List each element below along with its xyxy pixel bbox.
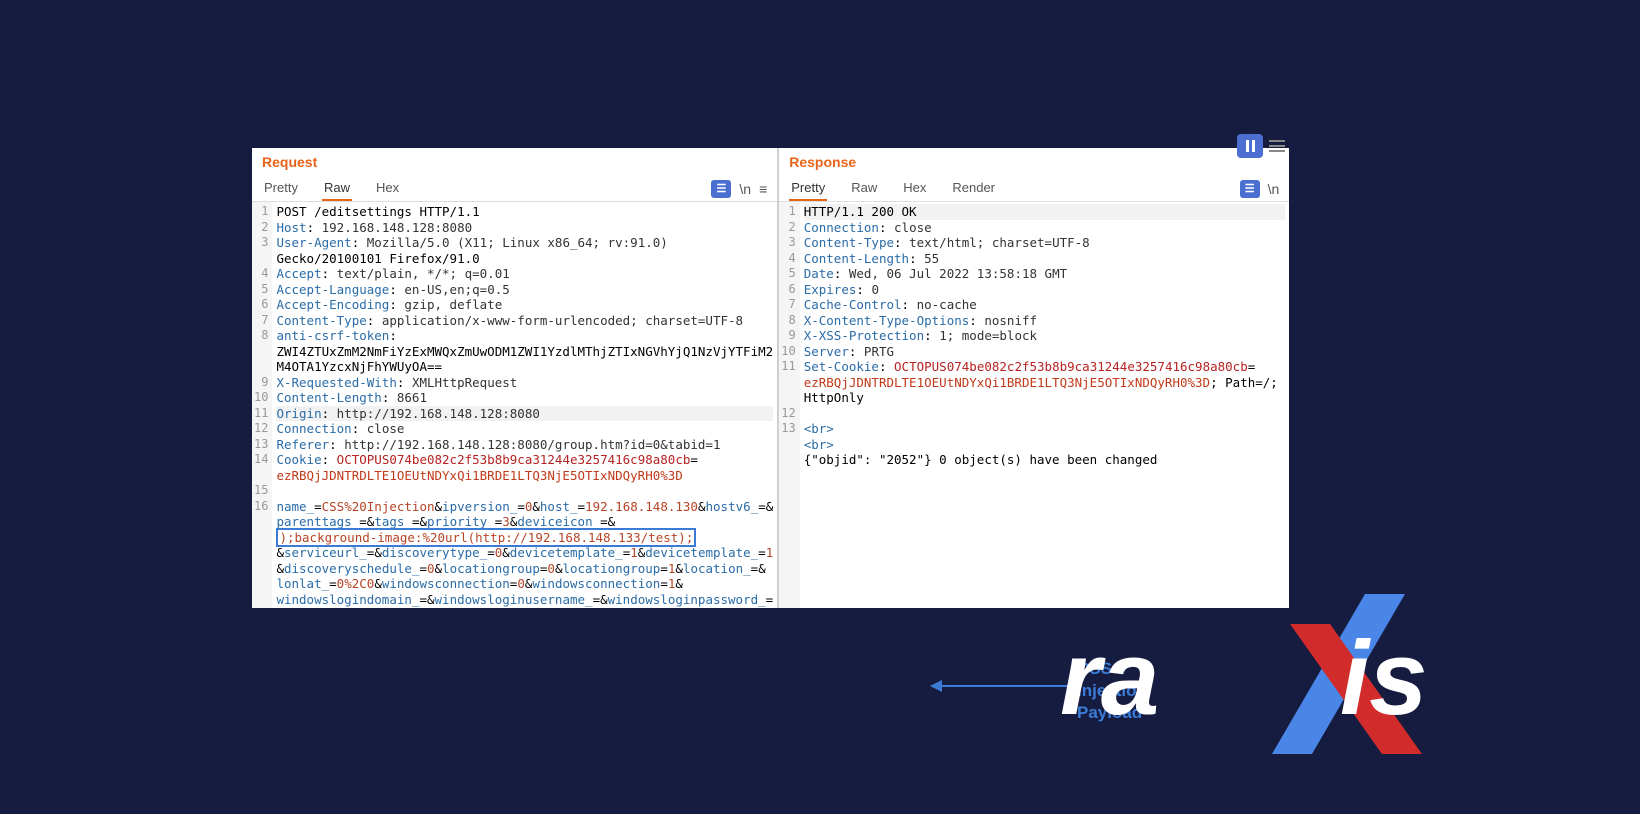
burp-editor: Request Pretty Raw Hex ☰ \n ≡ 1234567891…: [252, 148, 1278, 608]
request-panel: Request Pretty Raw Hex ☰ \n ≡ 1234567891…: [252, 148, 779, 608]
tab-raw-req[interactable]: Raw: [322, 176, 352, 201]
request-tabs: Pretty Raw Hex ☰ \n ≡: [252, 172, 777, 202]
annotation-arrow: [932, 685, 1072, 687]
tab-pretty-res[interactable]: Pretty: [789, 176, 827, 201]
tab-hex-res[interactable]: Hex: [901, 176, 928, 201]
actions-icon[interactable]: ☰: [711, 180, 731, 198]
newline-icon-res[interactable]: \n: [1268, 181, 1280, 197]
menu-icon[interactable]: ≡: [759, 181, 767, 197]
response-editor[interactable]: 12345678910111213 HTTP/1.1 200 OKConnect…: [779, 202, 1289, 608]
tab-hex-req[interactable]: Hex: [374, 176, 401, 201]
tab-pretty-req[interactable]: Pretty: [262, 176, 300, 201]
layout-icon[interactable]: [1269, 137, 1285, 155]
svg-text:ra: ra: [1060, 620, 1159, 737]
pause-button[interactable]: [1237, 134, 1263, 158]
response-title: Response: [789, 154, 856, 170]
svg-text:is: is: [1340, 620, 1428, 737]
raxis-logo: ra is: [1060, 594, 1530, 754]
response-panel: Response Pretty Raw Hex Render ☰ \n 1234…: [779, 148, 1289, 608]
response-tabs: Pretty Raw Hex Render ☰ \n: [779, 172, 1289, 202]
request-title: Request: [262, 154, 317, 170]
actions-icon-res[interactable]: ☰: [1240, 180, 1260, 198]
newline-icon[interactable]: \n: [739, 181, 751, 197]
tab-render-res[interactable]: Render: [950, 176, 997, 201]
request-editor[interactable]: 12345678910111213141516 POST /editsettin…: [252, 202, 777, 608]
tab-raw-res[interactable]: Raw: [849, 176, 879, 201]
